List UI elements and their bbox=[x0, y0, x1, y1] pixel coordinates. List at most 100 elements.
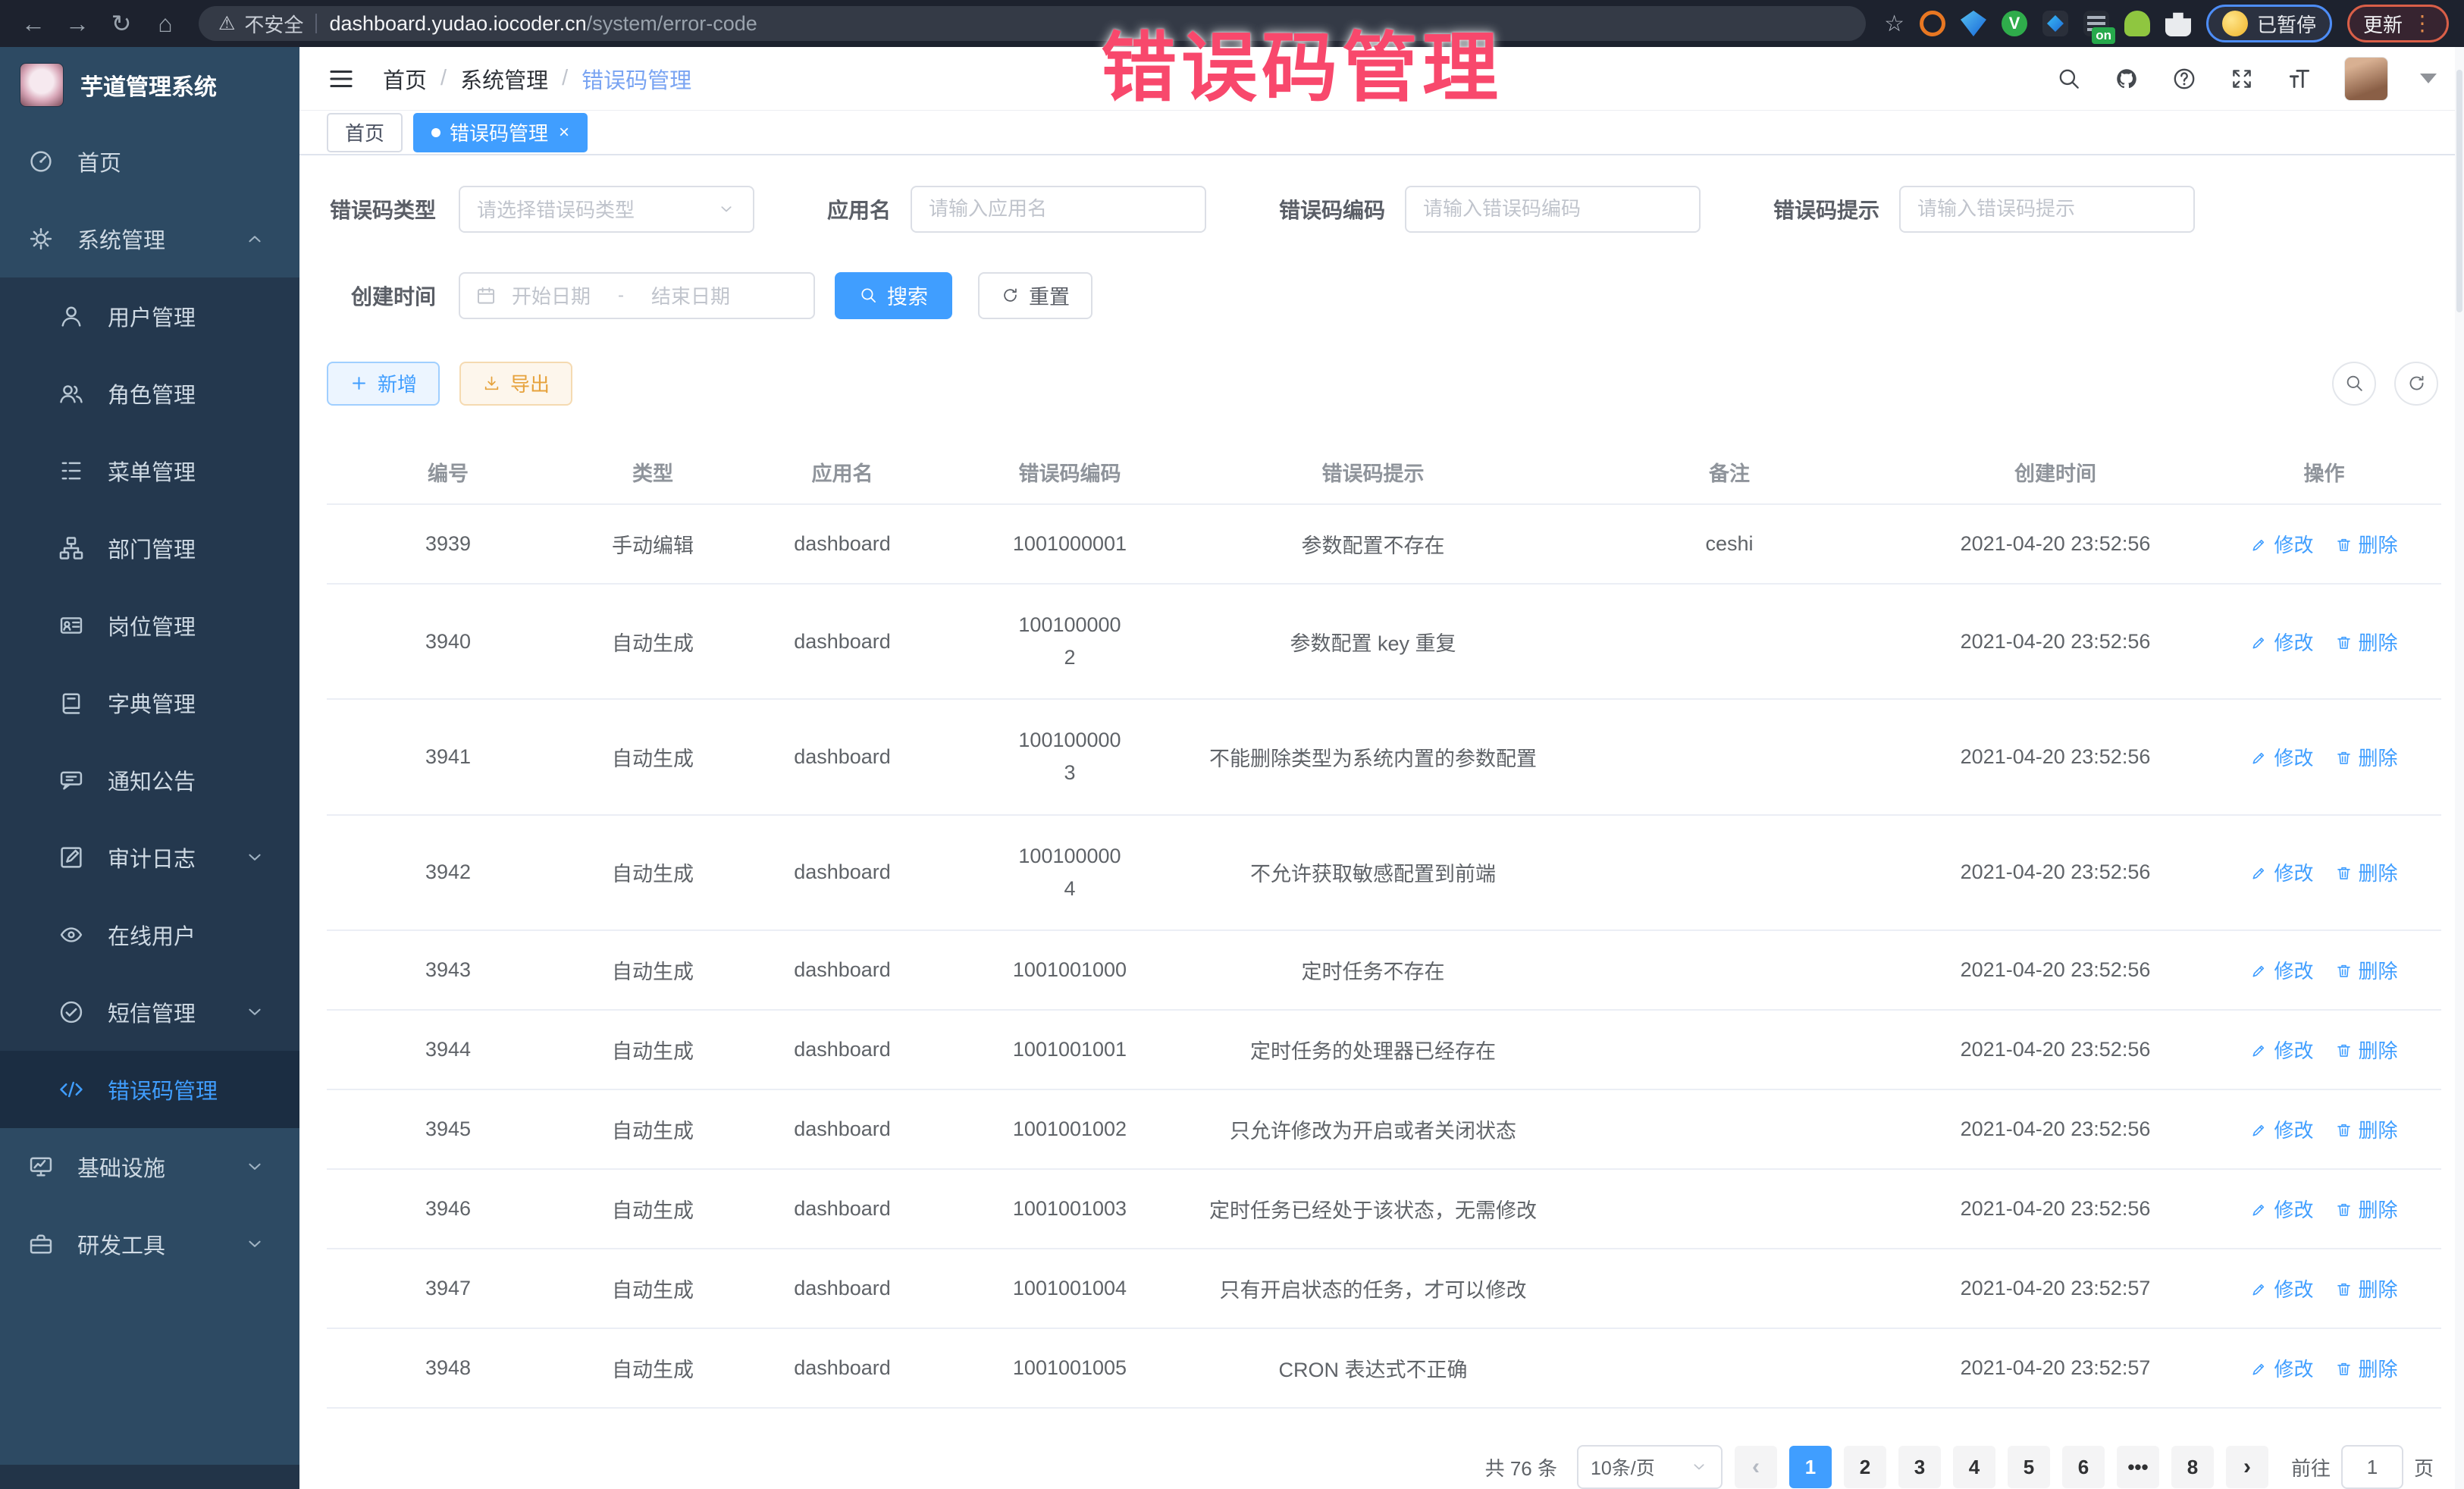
user-avatar[interactable] bbox=[2344, 57, 2388, 101]
key-extension-icon[interactable] bbox=[2124, 11, 2150, 36]
close-icon[interactable]: × bbox=[559, 122, 569, 143]
prev-page-button[interactable]: ‹ bbox=[1735, 1446, 1777, 1488]
error-code-input[interactable] bbox=[1423, 197, 1682, 221]
add-button[interactable]: 新增 bbox=[327, 362, 440, 406]
delete-link[interactable]: 删除 bbox=[2335, 1195, 2398, 1223]
page-button[interactable]: 1 bbox=[1789, 1446, 1832, 1488]
reset-button[interactable]: 重置 bbox=[978, 272, 1092, 319]
help-icon[interactable] bbox=[2171, 66, 2197, 92]
sidebar-menu-item[interactable]: 字典管理 bbox=[0, 664, 299, 741]
sidebar-menu-item[interactable]: 角色管理 bbox=[0, 355, 299, 432]
error-type-select[interactable]: 请选择错误码类型 bbox=[459, 186, 754, 233]
edit-link[interactable]: 修改 bbox=[2250, 858, 2313, 886]
bookmark-star-icon[interactable]: ☆ bbox=[1884, 11, 1904, 37]
grid-extension-icon[interactable] bbox=[2042, 11, 2068, 36]
search-icon[interactable] bbox=[2056, 66, 2082, 92]
delete-link[interactable]: 删除 bbox=[2335, 530, 2398, 558]
caret-down-icon[interactable] bbox=[2420, 74, 2437, 83]
delete-link[interactable]: 删除 bbox=[2335, 1354, 2398, 1382]
edit-link[interactable]: 修改 bbox=[2250, 743, 2313, 771]
sidebar-menu-item[interactable]: 系统管理 bbox=[0, 200, 299, 277]
page-button[interactable]: ••• bbox=[2117, 1446, 2159, 1488]
date-range-picker[interactable]: 开始日期 - 结束日期 bbox=[459, 272, 815, 319]
back-icon[interactable]: ← bbox=[15, 10, 52, 38]
sidebar-menu-item[interactable]: 错误码管理 bbox=[0, 1051, 299, 1128]
page-button[interactable]: 3 bbox=[1898, 1446, 1941, 1488]
edit-link[interactable]: 修改 bbox=[2250, 628, 2313, 656]
page-scrollbar[interactable] bbox=[2455, 47, 2464, 1489]
goto-page-input[interactable] bbox=[2341, 1445, 2403, 1489]
next-page-button[interactable]: › bbox=[2226, 1446, 2268, 1488]
sidebar-menu-item[interactable]: 首页 bbox=[0, 123, 299, 200]
table-row[interactable]: 3947 自动生成 dashboard 1001001004 只有开启状态的任务… bbox=[327, 1249, 2441, 1329]
blue-gem-extension-icon[interactable] bbox=[1961, 11, 1986, 36]
table-row[interactable]: 3940 自动生成 dashboard 1001000002 参数配置 key … bbox=[327, 585, 2441, 700]
error-msg-input[interactable] bbox=[1917, 197, 2177, 221]
page-tab[interactable]: 错误码管理 × bbox=[413, 113, 588, 152]
breadcrumb-home[interactable]: 首页 bbox=[383, 63, 427, 95]
puzzle-extensions-icon[interactable] bbox=[2165, 11, 2191, 36]
edit-link[interactable]: 修改 bbox=[2250, 1115, 2313, 1143]
table-row[interactable]: 3939 手动编辑 dashboard 1001000001 参数配置不存在 c… bbox=[327, 505, 2441, 585]
sidebar-menu-item[interactable]: 菜单管理 bbox=[0, 432, 299, 509]
delete-link[interactable]: 删除 bbox=[2335, 1274, 2398, 1302]
table-row[interactable]: 3944 自动生成 dashboard 1001001001 定时任务的处理器已… bbox=[327, 1011, 2441, 1090]
delete-link[interactable]: 删除 bbox=[2335, 1115, 2398, 1143]
table-row[interactable]: 3945 自动生成 dashboard 1001001002 只允许修改为开启或… bbox=[327, 1090, 2441, 1170]
page-button[interactable]: 6 bbox=[2062, 1446, 2105, 1488]
hamburger-icon[interactable] bbox=[327, 64, 356, 93]
edit-link[interactable]: 修改 bbox=[2250, 956, 2313, 984]
sidebar-menu-item[interactable]: 通知公告 bbox=[0, 741, 299, 819]
export-button[interactable]: 导出 bbox=[459, 362, 572, 406]
github-icon[interactable] bbox=[2114, 66, 2140, 92]
delete-link[interactable]: 删除 bbox=[2335, 743, 2398, 771]
delete-link[interactable]: 删除 bbox=[2335, 956, 2398, 984]
table-row[interactable]: 3942 自动生成 dashboard 1001000004 不允许获取敏感配置… bbox=[327, 816, 2441, 931]
orange-ring-extension-icon[interactable] bbox=[1920, 11, 1945, 36]
fontsize-icon[interactable] bbox=[2287, 66, 2312, 92]
security-label[interactable]: 不安全 bbox=[244, 10, 303, 38]
table-row[interactable]: 3946 自动生成 dashboard 1001001003 定时任务已经处于该… bbox=[327, 1170, 2441, 1249]
fullscreen-icon[interactable] bbox=[2229, 66, 2255, 92]
page-tab[interactable]: 首页 × bbox=[327, 113, 403, 152]
page-size-select[interactable]: 10条/页 bbox=[1577, 1445, 1723, 1489]
table-row[interactable]: 3943 自动生成 dashboard 1001001000 定时任务不存在 2… bbox=[327, 931, 2441, 1011]
scrollbar-thumb[interactable] bbox=[2456, 70, 2462, 312]
page-button[interactable]: 8 bbox=[2171, 1446, 2214, 1488]
table-row[interactable]: 3941 自动生成 dashboard 1001000003 不能删除类型为系统… bbox=[327, 700, 2441, 815]
browser-menu-dots-icon[interactable]: ⋮ bbox=[2412, 13, 2433, 34]
sidebar-menu-item[interactable]: 部门管理 bbox=[0, 509, 299, 587]
sidebar-menu-item[interactable]: 基础设施 bbox=[0, 1128, 299, 1205]
home-icon[interactable]: ⌂ bbox=[147, 10, 183, 38]
edit-link[interactable]: 修改 bbox=[2250, 1195, 2313, 1223]
page-button[interactable]: 5 bbox=[2008, 1446, 2050, 1488]
search-button[interactable]: 搜索 bbox=[835, 272, 952, 319]
address-bar[interactable]: ⚠ 不安全 dashboard.yudao.iocoder.cn /system… bbox=[199, 6, 1866, 41]
edit-link[interactable]: 修改 bbox=[2250, 1036, 2313, 1064]
list-extension-icon[interactable]: on bbox=[2083, 11, 2109, 36]
page-button[interactable]: 4 bbox=[1953, 1446, 1995, 1488]
sidebar-menu-item[interactable]: 研发工具 bbox=[0, 1205, 299, 1283]
app-name-input[interactable] bbox=[929, 197, 1188, 221]
edit-link[interactable]: 修改 bbox=[2250, 1354, 2313, 1382]
breadcrumb-system[interactable]: 系统管理 bbox=[460, 63, 548, 95]
edit-link[interactable]: 修改 bbox=[2250, 530, 2313, 558]
search-toggle-button[interactable] bbox=[2332, 362, 2376, 406]
delete-link[interactable]: 删除 bbox=[2335, 858, 2398, 886]
refresh-table-button[interactable] bbox=[2394, 362, 2438, 406]
browser-update-button[interactable]: 更新 ⋮ bbox=[2347, 5, 2449, 42]
page-button[interactable]: 2 bbox=[1844, 1446, 1886, 1488]
delete-link[interactable]: 删除 bbox=[2335, 1036, 2398, 1064]
sidebar-menu-item[interactable]: 在线用户 bbox=[0, 896, 299, 973]
sidebar-menu-item[interactable]: 短信管理 bbox=[0, 973, 299, 1051]
delete-link[interactable]: 删除 bbox=[2335, 628, 2398, 656]
reload-icon[interactable]: ↻ bbox=[103, 9, 140, 38]
sidebar-menu-item[interactable]: 审计日志 bbox=[0, 819, 299, 896]
table-row[interactable]: 3948 自动生成 dashboard 1001001005 CRON 表达式不… bbox=[327, 1329, 2441, 1409]
sidebar-menu-item[interactable]: 用户管理 bbox=[0, 277, 299, 355]
forward-icon[interactable]: → bbox=[59, 10, 96, 38]
browser-profile-button[interactable]: 已暂停 bbox=[2206, 5, 2332, 42]
edit-link[interactable]: 修改 bbox=[2250, 1274, 2313, 1302]
green-check-extension-icon[interactable]: V bbox=[2002, 11, 2027, 36]
sidebar-menu-item[interactable]: 岗位管理 bbox=[0, 587, 299, 664]
